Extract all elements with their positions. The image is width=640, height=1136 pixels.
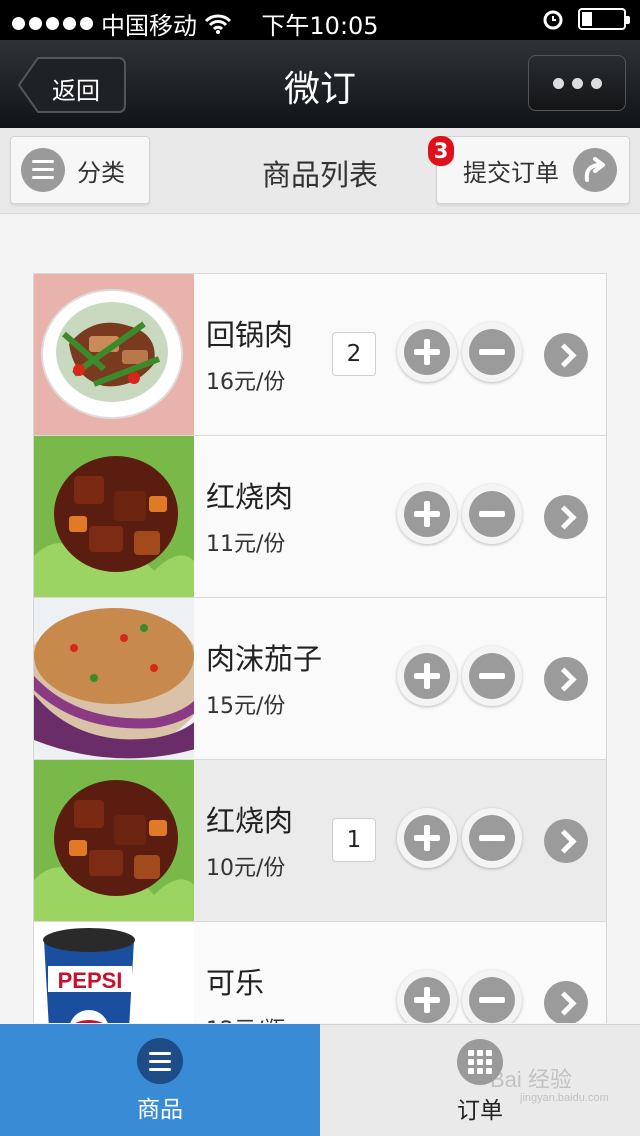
product-name: 红烧肉 bbox=[206, 804, 294, 838]
toolbar: 分类 商品列表 提交订单 bbox=[0, 128, 640, 214]
navigation-bar: 返回 微订 bbox=[0, 40, 640, 128]
product-image bbox=[34, 598, 194, 759]
tab-goods[interactable]: 商品 bbox=[0, 1024, 320, 1136]
more-options-button[interactable] bbox=[528, 55, 626, 111]
tab-goods-label: 商品 bbox=[137, 1097, 183, 1123]
add-button[interactable] bbox=[397, 808, 457, 868]
chevron-right-icon[interactable] bbox=[544, 981, 588, 1023]
remove-button[interactable] bbox=[462, 484, 522, 544]
product-price: 12元/瓶 bbox=[206, 1012, 285, 1023]
product-price: 16元/份 bbox=[206, 370, 286, 395]
add-button[interactable] bbox=[397, 646, 457, 706]
product-name: 可乐 bbox=[206, 966, 265, 1000]
minus-icon bbox=[469, 653, 515, 699]
submit-order-button[interactable]: 提交订单 bbox=[436, 136, 630, 204]
minus-icon bbox=[469, 329, 515, 375]
chevron-right-icon[interactable] bbox=[544, 333, 588, 377]
remove-button[interactable] bbox=[462, 646, 522, 706]
product-row[interactable]: 红烧肉 10元/份 1 bbox=[34, 760, 606, 922]
list-icon bbox=[137, 1038, 183, 1084]
product-image: PEPSI bbox=[34, 922, 194, 1023]
add-button[interactable] bbox=[397, 322, 457, 382]
quantity-field: 1 bbox=[332, 818, 376, 862]
remove-button[interactable] bbox=[462, 970, 522, 1023]
status-bar: 中国移动 下午10:05 bbox=[0, 0, 640, 40]
product-row[interactable]: 红烧肉 11元/份 bbox=[34, 436, 606, 598]
remove-button[interactable] bbox=[462, 808, 522, 868]
more-dot-icon bbox=[571, 77, 583, 89]
svg-text:PEPSI: PEPSI bbox=[58, 968, 123, 993]
watermark-url: jingyan.baidu.com bbox=[520, 1092, 609, 1104]
plus-icon bbox=[404, 653, 450, 699]
tab-orders-label: 订单 bbox=[457, 1098, 503, 1124]
status-right-group bbox=[542, 8, 630, 30]
product-list: 回锅肉 16元/份 2 红烧肉 11元/份 肉沫茄子 15元/份 红烧肉 10元… bbox=[33, 273, 607, 1023]
plus-icon bbox=[404, 815, 450, 861]
product-row[interactable]: PEPSI 可乐 12元/瓶 bbox=[34, 922, 606, 1023]
chevron-right-icon[interactable] bbox=[544, 657, 588, 701]
plus-icon bbox=[404, 491, 450, 537]
product-price: 15元/份 bbox=[206, 694, 286, 719]
add-button[interactable] bbox=[397, 970, 457, 1023]
forward-arrow-icon bbox=[573, 148, 617, 192]
product-image bbox=[34, 274, 194, 435]
minus-icon bbox=[469, 815, 515, 861]
product-image bbox=[34, 760, 194, 921]
submit-order-label: 提交订单 bbox=[463, 158, 559, 187]
add-button[interactable] bbox=[397, 484, 457, 544]
product-price: 10元/份 bbox=[206, 856, 286, 881]
chevron-right-icon[interactable] bbox=[544, 819, 588, 863]
tab-orders[interactable]: 订单 bbox=[320, 1024, 640, 1136]
quantity-field: 2 bbox=[332, 332, 376, 376]
product-name: 肉沫茄子 bbox=[206, 642, 323, 676]
product-name: 回锅肉 bbox=[206, 318, 294, 352]
product-price: 11元/份 bbox=[206, 532, 286, 557]
remove-button[interactable] bbox=[462, 322, 522, 382]
minus-icon bbox=[469, 977, 515, 1023]
more-dot-icon bbox=[590, 77, 602, 89]
plus-icon bbox=[404, 329, 450, 375]
product-name: 红烧肉 bbox=[206, 480, 294, 514]
product-image bbox=[34, 436, 194, 597]
cart-count-badge: 3 bbox=[428, 136, 454, 166]
product-row[interactable]: 回锅肉 16元/份 2 bbox=[34, 274, 606, 436]
alarm-clock-icon bbox=[543, 10, 563, 30]
minus-icon bbox=[469, 491, 515, 537]
product-row[interactable]: 肉沫茄子 15元/份 bbox=[34, 598, 606, 760]
battery-icon bbox=[578, 8, 630, 30]
watermark-brand: Bai 经验 bbox=[490, 1067, 572, 1092]
more-dot-icon bbox=[552, 77, 564, 89]
plus-icon bbox=[404, 977, 450, 1023]
chevron-right-icon[interactable] bbox=[544, 495, 588, 539]
